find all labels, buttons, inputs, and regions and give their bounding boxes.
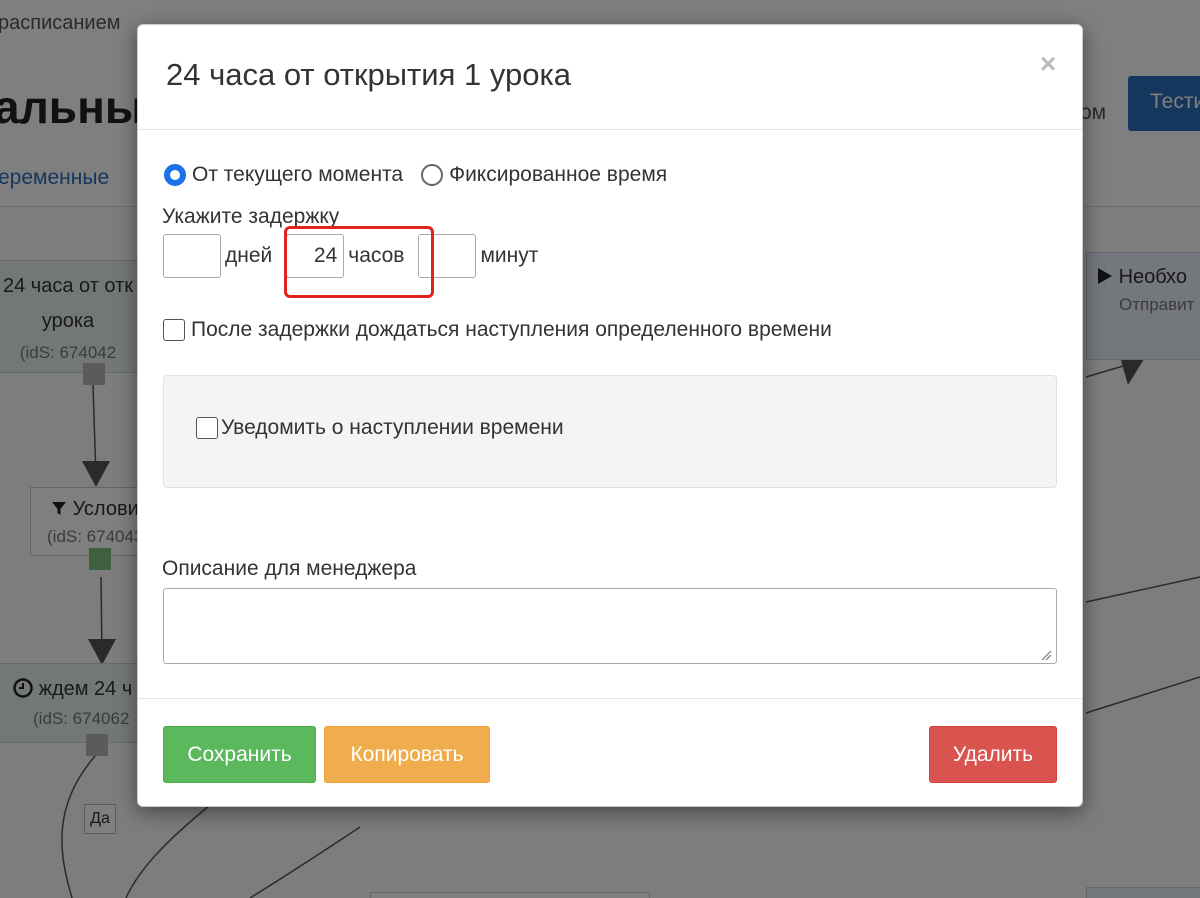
- close-icon[interactable]: ×: [1036, 49, 1060, 79]
- wait-time-checkbox[interactable]: [163, 319, 185, 341]
- delay-mode-options: От текущего момента Фиксированное время: [164, 162, 667, 188]
- dialog-title: 24 часа от открытия 1 урока: [166, 57, 571, 92]
- notify-checkbox[interactable]: [196, 417, 218, 439]
- days-unit: дней: [225, 244, 273, 267]
- radio-from-current-moment[interactable]: [164, 164, 186, 186]
- save-button[interactable]: Сохранить: [163, 726, 316, 783]
- resize-handle-icon[interactable]: [1040, 649, 1052, 661]
- hours-input[interactable]: [286, 234, 345, 278]
- copy-button[interactable]: Копировать: [324, 726, 490, 783]
- dialog-header: 24 часа от открытия 1 урока ×: [138, 25, 1082, 130]
- notify-panel: Уведомить о наступлении времени: [163, 375, 1057, 488]
- hours-unit: часов: [348, 244, 405, 267]
- delete-button[interactable]: Удалить: [929, 726, 1057, 783]
- wait-time-option: После задержки дождаться наступления опр…: [163, 318, 832, 342]
- notify-option: Уведомить о наступлении времени: [196, 416, 564, 440]
- notify-label[interactable]: Уведомить о наступлении времени: [221, 416, 564, 440]
- wait-time-label[interactable]: После задержки дождаться наступления опр…: [191, 318, 832, 342]
- radio-label-fixed-time[interactable]: Фиксированное время: [449, 163, 667, 187]
- footer-divider: [138, 698, 1082, 699]
- description-label: Описание для менеджера: [162, 557, 417, 580]
- minutes-unit: минут: [480, 244, 539, 267]
- description-textarea[interactable]: [163, 588, 1057, 664]
- delay-inputs: дней часов минут: [163, 234, 544, 278]
- days-input[interactable]: [163, 234, 221, 278]
- radio-fixed-time[interactable]: [421, 164, 444, 186]
- delay-label: Укажите задержку: [162, 205, 340, 228]
- edit-node-dialog: 24 часа от открытия 1 урока × От текущег…: [137, 24, 1083, 807]
- radio-label-from-current-moment[interactable]: От текущего момента: [192, 163, 403, 187]
- minutes-input[interactable]: [418, 234, 477, 278]
